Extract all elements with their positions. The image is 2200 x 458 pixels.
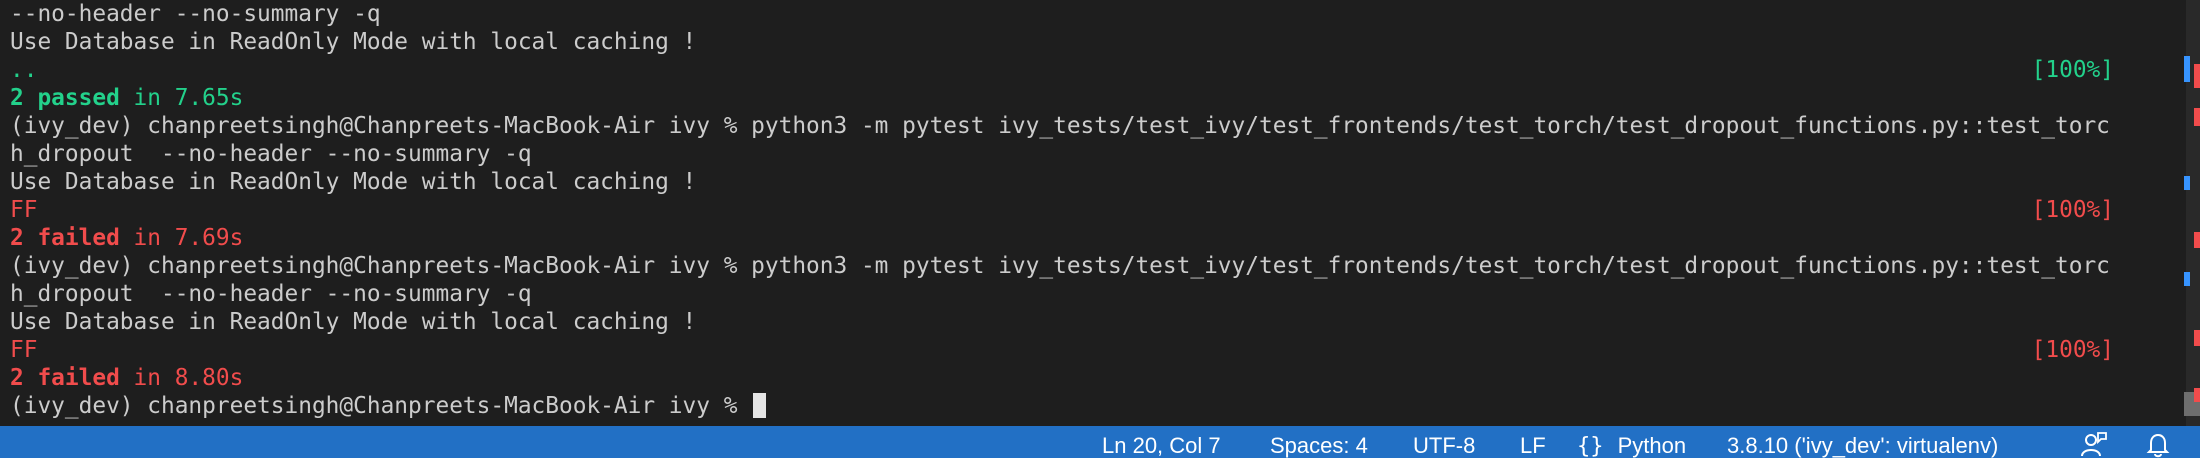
ruler-mark-fail [2194, 330, 2200, 346]
test-result-summary: 2 failed in 7.69s [10, 224, 243, 252]
duration-text: in 7.65s [119, 85, 244, 111]
status-bar: Ln 20, Col 7 Spaces: 4 UTF-8 LF {} Pytho… [0, 426, 2200, 458]
test-progress-percent: [100%] [2031, 57, 2114, 83]
prompt-line[interactable]: (ivy_dev) chanpreetsingh@Chanpreets-MacB… [10, 392, 767, 420]
vscode-terminal-window: --no-header --no-summary -q Use Database… [0, 0, 2200, 458]
ruler-mark-fail [2194, 388, 2200, 402]
ruler-mark-fail [2194, 64, 2200, 88]
duration-text: in 8.80s [119, 365, 244, 391]
braces-icon: {} [1577, 434, 1604, 458]
ruler-mark-pass [2184, 272, 2190, 286]
ruler-mark-pass [2184, 56, 2190, 82]
failed-count: 2 failed [10, 225, 120, 251]
feedback-person-icon[interactable] [2080, 430, 2108, 458]
language-mode-item[interactable]: {} Python [1577, 426, 1686, 458]
passed-count: 2 passed [10, 85, 120, 111]
cursor-position-item[interactable]: Ln 20, Col 7 [1102, 426, 1221, 458]
test-result-summary: 2 passed in 7.65s [10, 84, 243, 112]
ruler-mark-fail [2194, 232, 2200, 248]
test-result-summary: 2 failed in 8.80s [10, 364, 243, 392]
terminal-panel[interactable]: --no-header --no-summary -q Use Database… [0, 0, 2178, 426]
test-progress-fail-markers: FF [10, 197, 38, 223]
terminal-line: Use Database in ReadOnly Mode with local… [10, 309, 697, 335]
terminal-line: --no-header --no-summary -q [10, 1, 381, 27]
python-interpreter-item[interactable]: 3.8.10 ('ivy_dev': virtualenv) [1727, 426, 1998, 458]
terminal-cursor [753, 393, 767, 418]
command-line-wrap: h_dropout --no-header --no-summary -q [10, 281, 532, 307]
language-label: Python [1617, 433, 1687, 458]
ruler-mark-pass [2184, 176, 2190, 190]
test-progress-percent: [100%] [2031, 337, 2114, 363]
test-progress-fail-markers: FF [10, 337, 38, 363]
test-progress-percent: [100%] [2031, 197, 2114, 223]
bell-icon-graphic [2146, 433, 2170, 458]
terminal-line: Use Database in ReadOnly Mode with local… [10, 169, 697, 195]
command-line-wrap: h_dropout --no-header --no-summary -q [10, 141, 532, 167]
command-line: (ivy_dev) chanpreetsingh@Chanpreets-MacB… [10, 253, 2110, 279]
indentation-item[interactable]: Spaces: 4 [1270, 426, 1368, 458]
failed-count: 2 failed [10, 365, 120, 391]
end-of-line-item[interactable]: LF [1520, 426, 1546, 458]
overview-ruler[interactable] [2178, 0, 2200, 426]
duration-text: in 7.69s [119, 225, 244, 251]
terminal-line: Use Database in ReadOnly Mode with local… [10, 29, 697, 55]
feedback-person-icon-graphic [2081, 432, 2107, 457]
ruler-mark-fail [2194, 108, 2200, 126]
shell-prompt: (ivy_dev) chanpreetsingh@Chanpreets-MacB… [10, 393, 752, 419]
test-progress-dots: .. [10, 57, 38, 83]
bell-icon[interactable] [2144, 430, 2172, 458]
command-line: (ivy_dev) chanpreetsingh@Chanpreets-MacB… [10, 113, 2110, 139]
encoding-item[interactable]: UTF-8 [1413, 426, 1475, 458]
